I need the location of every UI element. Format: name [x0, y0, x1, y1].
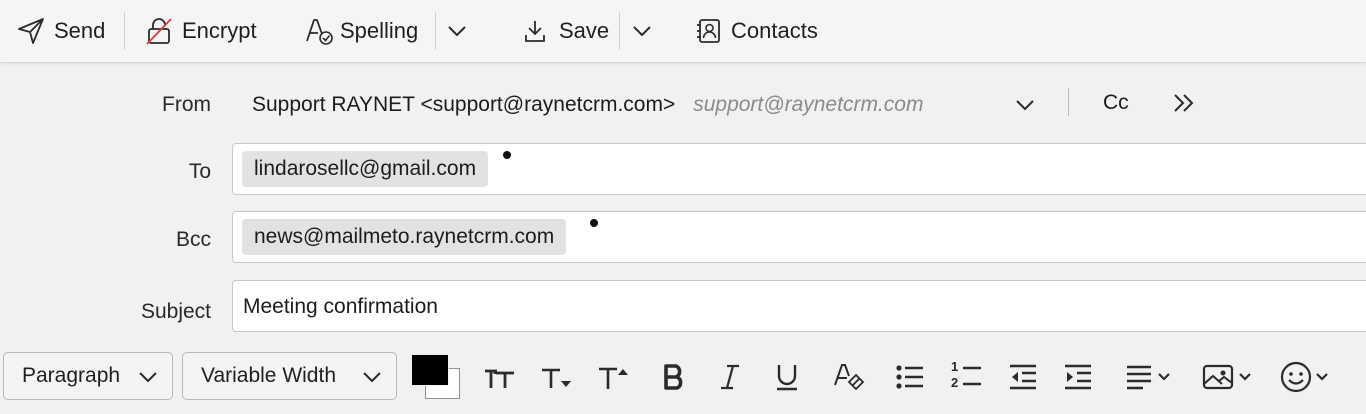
from-address-hint: support@raynetcrm.com — [693, 93, 924, 116]
indent-button[interactable] — [1063, 355, 1093, 399]
chevron-down-icon — [1157, 371, 1171, 383]
save-button[interactable]: Save — [523, 0, 609, 62]
emoji-button[interactable] — [1280, 355, 1329, 399]
spelling-icon — [304, 16, 334, 46]
contacts-button[interactable]: Contacts — [695, 0, 818, 62]
font-size-button[interactable] — [483, 355, 517, 399]
from-divider — [1068, 88, 1069, 116]
encrypt-button[interactable]: Encrypt — [144, 0, 257, 62]
outdent-icon — [1008, 362, 1038, 392]
numbered-list-button[interactable]: 1 2 — [950, 355, 982, 399]
recipient-status-dot — [590, 219, 598, 227]
bcc-field[interactable]: news@mailmeto.raynetcrm.com — [232, 211, 1366, 263]
save-icon — [523, 18, 547, 44]
more-icon — [1172, 92, 1196, 114]
insert-image-button[interactable] — [1202, 355, 1252, 399]
bold-icon — [660, 362, 690, 392]
save-label: Save — [559, 18, 610, 43]
numbered-list-icon: 1 2 — [950, 359, 982, 392]
subject-field[interactable]: Meeting confirmation — [232, 280, 1366, 332]
underline-button[interactable] — [772, 355, 802, 399]
send-button[interactable]: Send — [16, 0, 105, 62]
font-family-select[interactable]: Variable Width — [182, 352, 397, 400]
to-field[interactable]: lindarosellc@gmail.com — [232, 143, 1366, 195]
chevron-down-icon — [631, 20, 653, 42]
send-icon — [16, 16, 46, 46]
compose-toolbar: Send Encrypt Spelling Save Contacts — [0, 0, 1366, 63]
font-family-value: Variable Width — [201, 364, 337, 387]
outdent-button[interactable] — [1008, 355, 1038, 399]
text-color-swatch[interactable] — [411, 354, 449, 386]
from-select[interactable]: Support RAYNET <support@raynetcrm.com> s… — [240, 84, 1050, 126]
from-identity: Support RAYNET <support@raynetcrm.com> — [252, 93, 676, 116]
align-button[interactable] — [1125, 355, 1171, 399]
paragraph-format-value: Paragraph — [22, 364, 121, 387]
spelling-label: Spelling — [340, 18, 419, 43]
chevron-down-icon — [138, 368, 158, 386]
indent-icon — [1063, 362, 1093, 392]
encrypt-icon — [144, 16, 174, 46]
bcc-recipient-address: news@mailmeto.raynetcrm.com — [254, 225, 555, 248]
font-size-icon — [483, 362, 517, 392]
bold-button[interactable] — [660, 355, 690, 399]
emoji-icon — [1280, 361, 1312, 393]
paragraph-format-select[interactable]: Paragraph — [3, 352, 173, 400]
bcc-label: Bcc — [175, 228, 211, 251]
smaller-text-icon — [540, 362, 574, 392]
clear-format-icon — [832, 361, 866, 393]
contacts-label: Contacts — [731, 18, 818, 43]
bcc-recipient-pill[interactable]: news@mailmeto.raynetcrm.com — [242, 219, 567, 255]
chevron-down-icon — [1315, 371, 1329, 383]
align-icon — [1125, 362, 1153, 392]
spelling-button[interactable]: Spelling — [304, 0, 418, 62]
bullet-list-button[interactable] — [895, 355, 925, 399]
larger-text-button[interactable] — [597, 355, 631, 399]
chevron-down-icon — [1238, 371, 1252, 383]
bullet-list-icon — [895, 362, 925, 392]
send-label: Send — [54, 18, 106, 43]
from-label: From — [162, 93, 211, 116]
chevron-down-icon — [446, 20, 468, 42]
larger-text-icon — [597, 362, 631, 392]
italic-button[interactable] — [716, 355, 744, 399]
contacts-icon — [695, 17, 723, 45]
chevron-down-icon — [1014, 94, 1036, 116]
spelling-menu-button[interactable] — [446, 0, 468, 62]
clear-format-button[interactable] — [832, 355, 866, 399]
to-recipient-address: lindarosellc@gmail.com — [254, 157, 477, 180]
more-recipients-button[interactable] — [1172, 92, 1196, 114]
to-recipient-pill[interactable]: lindarosellc@gmail.com — [242, 151, 489, 187]
to-label: To — [188, 160, 211, 183]
encrypt-label: Encrypt — [182, 18, 257, 43]
save-menu-button[interactable] — [631, 0, 653, 62]
toolbar-divider — [619, 12, 620, 50]
cc-button[interactable]: Cc — [1103, 91, 1129, 115]
subject-label: Subject — [140, 300, 211, 323]
chevron-down-icon — [362, 368, 382, 386]
underline-icon — [772, 362, 802, 392]
smaller-text-button[interactable] — [540, 355, 574, 399]
toolbar-divider — [124, 12, 125, 50]
subject-value: Meeting confirmation — [243, 295, 438, 318]
toolbar-divider — [435, 12, 436, 50]
recipient-status-dot — [503, 151, 511, 159]
insert-image-icon — [1202, 362, 1234, 392]
italic-icon — [716, 362, 744, 392]
